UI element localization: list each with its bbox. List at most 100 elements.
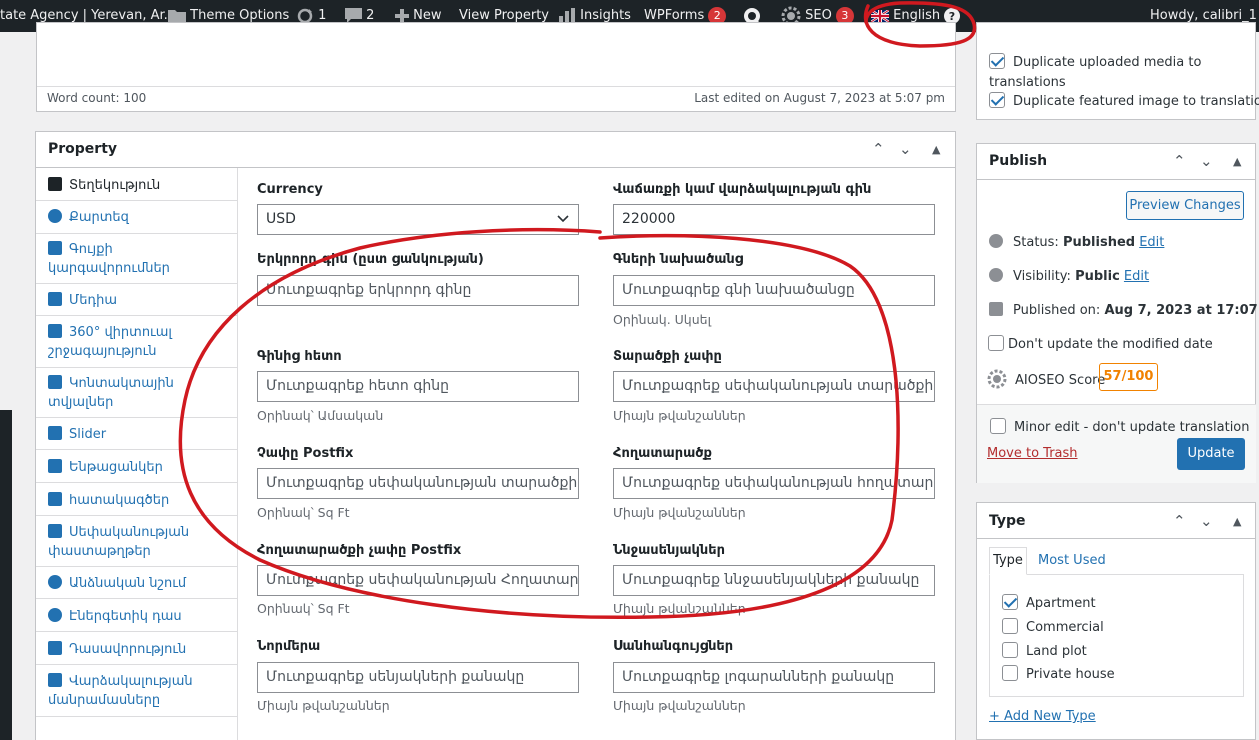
commercial-checkbox[interactable] [1002,618,1018,634]
tab-energy-class[interactable]: Էներգետիկ դաս [48,607,248,626]
price-prefix-label: Գների նախածանց [613,252,744,267]
comments-count: 2 [366,8,375,23]
media-icon [48,292,62,306]
layout-icon [48,641,62,655]
dup-featured-checkbox[interactable] [989,92,1005,108]
second-price-input[interactable]: Մուտքագրեք երկրորդ գինը [257,275,579,306]
tab-contact-info[interactable]: Կոնտակտային տվյալներ [48,374,208,412]
tab-separator [36,515,237,516]
last-edited: Last edited on August 7, 2023 at 5:07 pm [694,91,945,105]
private-house-checkbox[interactable] [1002,665,1018,681]
toggle-panel-icon[interactable]: ▲ [1233,155,1241,168]
area-size-label: Տարածքի չափը [613,349,722,364]
type-title: Type [989,513,1026,529]
move-down-icon[interactable]: ⌄ [1200,152,1213,170]
tab-separator [36,315,237,316]
move-to-trash-link[interactable]: Move to Trash [987,446,1078,461]
translation-options-box: Duplicate uploaded media to translations… [976,22,1259,120]
land-postfix-label: Հողատարածքի չափը Postfix [257,543,462,558]
move-up-icon[interactable]: ⌃ [1173,512,1186,530]
dup-media-checkbox[interactable] [989,53,1005,69]
type-option-land-plot[interactable]: Land plot [1002,642,1087,659]
dont-update-checkbox[interactable] [988,335,1004,351]
tab-separator [36,367,237,368]
theme-options-label: Theme Options [190,8,290,23]
status-row: Status: Published Edit [989,234,1164,250]
land-area-input[interactable]: Մուտքագրեք սեփականության հողատարածքը [613,468,935,499]
home-icon [48,177,62,191]
update-button[interactable]: Update [1177,438,1245,470]
move-down-icon[interactable]: ⌄ [1200,512,1213,530]
move-up-icon[interactable]: ⌃ [1173,152,1186,170]
tab-rental-details[interactable]: Վարձակալության մանրամասները [48,672,218,710]
tab-layout[interactable]: Դասավորություն [48,640,248,659]
language-label: English [893,8,941,23]
grid-icon [48,492,62,506]
seo-label: SEO [805,8,832,23]
wpforms-label: WPForms [644,8,705,23]
edit-visibility-link[interactable]: Edit [1124,269,1149,284]
tab-separator [36,566,237,567]
type-option-private-house[interactable]: Private house [1002,665,1115,682]
new-label: New [413,8,442,23]
currency-label: Currency [257,182,323,197]
tab-sub-listings[interactable]: Ենթացանկեր [48,458,248,477]
tab-media[interactable]: Մեդիա [48,291,248,310]
toggle-panel-icon[interactable]: ▲ [932,143,940,156]
type-option-apartment[interactable]: Apartment [1002,594,1096,611]
edit-status-link[interactable]: Edit [1139,235,1164,250]
aioseo-row: AIOSEO Score [987,369,1105,389]
bedrooms-input[interactable]: Մուտքագրեք ննջասենյակների քանակը [613,565,935,596]
dont-update-option[interactable]: Don't update the modified date [988,335,1213,352]
aioseo-icon [987,369,1007,389]
tab-info[interactable]: Տեղեկություն [48,176,248,195]
insights-label: Insights [580,8,631,23]
editor-box: Word count: 100 Last edited on August 7,… [36,22,956,112]
minor-edit-checkbox[interactable] [990,418,1006,434]
dup-featured-option[interactable]: Duplicate featured image to translations [989,92,1259,109]
eye-icon [989,268,1003,282]
price-prefix-input[interactable]: Մուտքագրեք գնի նախածանցը [613,275,935,306]
tab-separator [36,233,237,234]
move-up-icon[interactable]: ⌃ [872,140,885,158]
publish-title: Publish [989,153,1048,169]
add-new-type-link[interactable]: + Add New Type [989,709,1096,724]
bathrooms-input[interactable]: Մուտքագրեք լոգարանների քանակը [613,662,935,693]
preview-changes-button[interactable]: Preview Changes [1126,191,1244,220]
price-input[interactable]: 220000 [613,204,935,235]
land-plot-checkbox[interactable] [1002,642,1018,658]
area-size-input[interactable]: Մուտքագրեք սեփականության տարածքի չափը [613,371,935,402]
tab-private-note[interactable]: Անձնական նշում [48,574,248,593]
type-option-commercial[interactable]: Commercial [1002,618,1104,635]
word-count: Word count: 100 [47,91,147,105]
second-price-label: Երկրորդ գին (ըստ ցանկության) [257,252,484,267]
after-price-input[interactable]: Մուտքագրեք հետո գինը [257,371,579,402]
dup-media-option[interactable]: Duplicate uploaded media to translations [989,53,1249,93]
rooms-input[interactable]: Մուտքագրեք սենյակների քանակը [257,662,579,693]
property-header-divider [36,167,956,168]
video-icon [48,324,62,338]
tab-type[interactable]: Type [989,547,1027,575]
land-postfix-input[interactable]: Մուտքագրեք սեփականության Հողատարածքի [257,565,579,596]
tab-separator [36,664,237,665]
minor-edit-option[interactable]: Minor edit - don't update translation [990,418,1250,435]
tab-documents[interactable]: Սեփականության փաստաթղթեր [48,523,208,561]
tab-most-used[interactable]: Most Used [1038,553,1106,568]
pin-icon [989,234,1003,248]
aioseo-score-badge[interactable]: 57/100 [1099,363,1158,391]
tab-floor-plans[interactable]: հատակագծեր [48,491,248,510]
document-icon [48,524,62,538]
tab-separator [36,449,237,450]
currency-select[interactable]: USD [257,204,579,235]
tab-property-settings[interactable]: Գույքի կարգավորումներ [48,240,228,278]
move-down-icon[interactable]: ⌄ [899,140,912,158]
tab-separator [36,716,237,717]
land-area-label: Հողատարածք [613,446,712,461]
apartment-checkbox[interactable] [1002,594,1018,610]
tab-map[interactable]: Քարտեզ [48,208,248,227]
tab-separator [36,200,237,201]
size-postfix-input[interactable]: Մուտքագրեք սեփականության տարածքի չափը [257,468,579,499]
toggle-panel-icon[interactable]: ▲ [1233,515,1241,528]
tab-virtual-tour[interactable]: 360° վիրտուալ շրջագայություն [48,323,208,361]
tab-slider[interactable]: Slider [48,425,248,444]
